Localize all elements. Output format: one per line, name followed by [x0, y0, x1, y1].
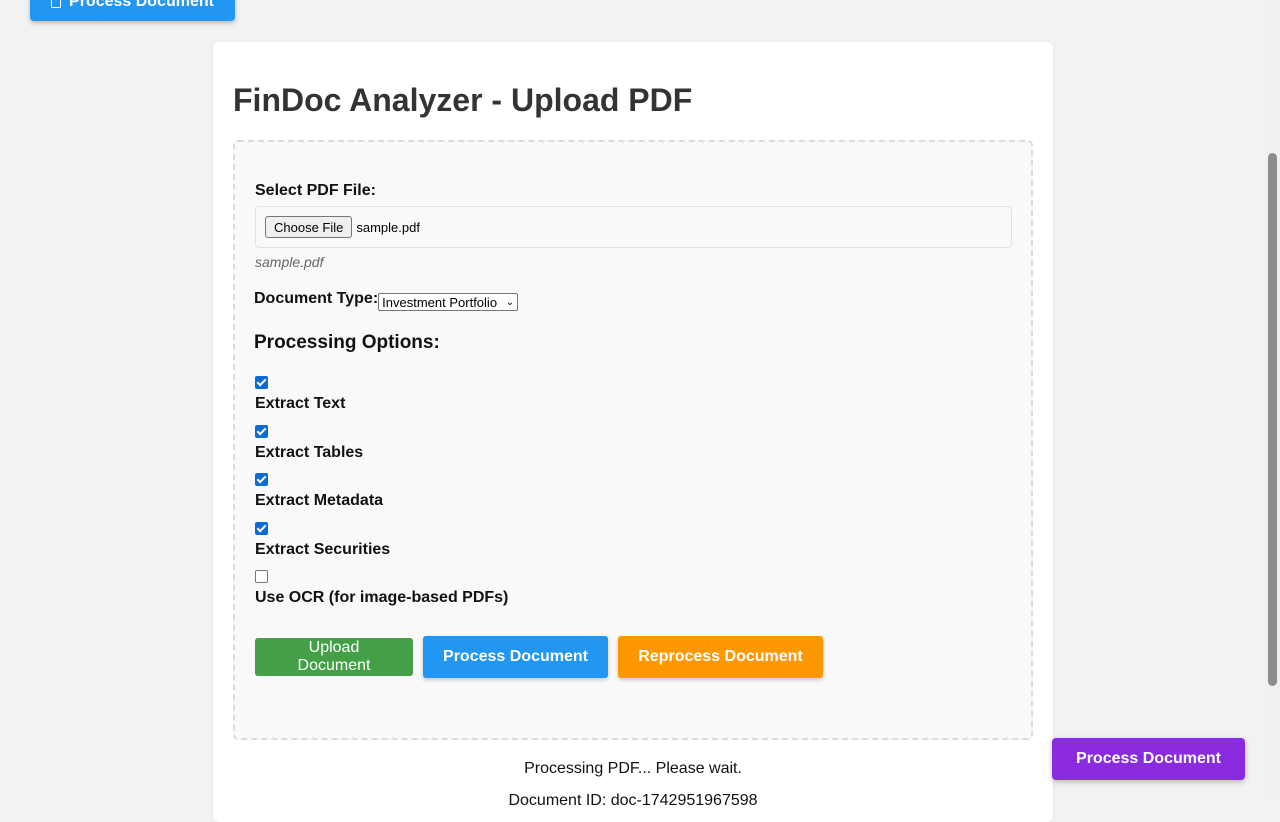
document-type-select[interactable]: Investment Portfolio ⌄: [378, 293, 519, 311]
processing-options-heading: Processing Options:: [254, 332, 440, 353]
document-type-label: Document Type:: [254, 290, 379, 307]
extract-tables-label: Extract Tables: [255, 444, 364, 461]
extract-securities-label: Extract Securities: [255, 541, 391, 558]
document-icon: [51, 0, 62, 8]
selected-file-name: sample.pdf: [356, 219, 420, 235]
page-title: FinDoc Analyzer - Upload PDF: [233, 82, 693, 118]
extract-metadata-checkbox[interactable]: [255, 473, 268, 486]
top-process-document-button[interactable]: Process Document: [30, 0, 235, 21]
upload-card: FinDoc Analyzer - Upload PDF Select PDF …: [213, 42, 1053, 822]
upload-document-button[interactable]: Upload Document: [255, 638, 413, 676]
option-extract-securities: Extract Securities: [255, 522, 390, 559]
extract-securities-checkbox[interactable]: [255, 522, 268, 535]
choose-file-button[interactable]: Choose File: [265, 216, 353, 238]
chevron-down-icon: ⌄: [505, 296, 515, 308]
option-extract-tables: Extract Tables: [255, 425, 363, 462]
option-extract-text: Extract Text: [255, 376, 345, 413]
top-process-document-label: Process Document: [69, 0, 214, 10]
file-input[interactable]: Choose File sample.pdf: [255, 206, 1012, 248]
document-id: Document ID: doc-1742951967598: [508, 792, 758, 809]
action-buttons: Upload Document Process Document Reproce…: [255, 636, 823, 678]
document-type-selected-value: Investment Portfolio: [382, 294, 498, 310]
option-extract-metadata: Extract Metadata: [255, 473, 383, 510]
document-type-row: Document Type: Investment Portfolio ⌄: [254, 290, 519, 311]
floating-process-document-button[interactable]: Process Document: [1052, 738, 1245, 780]
page-scrollbar[interactable]: [1265, 0, 1280, 800]
reprocess-document-button[interactable]: Reprocess Document: [618, 636, 823, 678]
extract-text-label: Extract Text: [255, 395, 346, 412]
file-name-hint: sample.pdf: [255, 254, 324, 270]
extract-tables-checkbox[interactable]: [255, 425, 268, 438]
processing-status: Processing PDF... Please wait.: [524, 760, 742, 777]
scrollbar-thumb[interactable]: [1268, 153, 1277, 686]
process-document-button[interactable]: Process Document: [423, 636, 608, 678]
upload-form-area: Select PDF File: Choose File sample.pdf …: [233, 140, 1033, 740]
use-ocr-checkbox[interactable]: [255, 570, 268, 583]
extract-metadata-label: Extract Metadata: [255, 492, 384, 509]
select-pdf-label: Select PDF File:: [255, 182, 376, 199]
use-ocr-label: Use OCR (for image-based PDFs): [255, 589, 509, 606]
option-use-ocr: Use OCR (for image-based PDFs): [255, 570, 508, 607]
extract-text-checkbox[interactable]: [255, 376, 268, 389]
